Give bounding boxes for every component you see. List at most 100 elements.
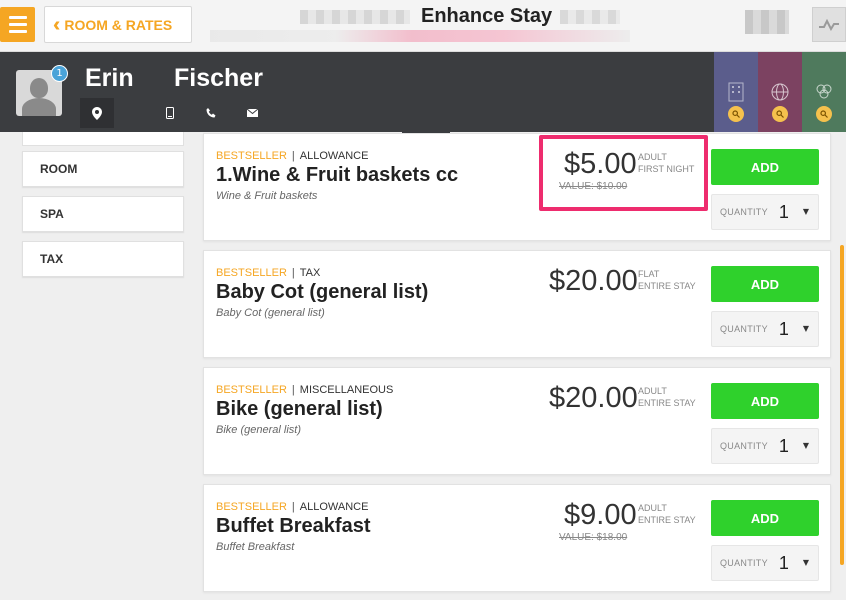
scrollbar[interactable] — [840, 245, 844, 565]
menu-icon-bar — [8, 23, 27, 26]
price-unit: ADULT ENTIRE STAY — [638, 385, 696, 409]
product-price: $20.00 — [549, 265, 638, 297]
category-tag: TAX — [299, 267, 321, 279]
search-icon — [816, 106, 832, 122]
quantity-value: 1 — [778, 318, 789, 339]
sidebar-item-label: SPA — [40, 207, 64, 221]
card-tags: BESTSELLER | ALLOWANCE — [216, 501, 368, 513]
product-subtitle: Bike (general list) — [216, 424, 301, 436]
mobile-phone-icon — [166, 107, 174, 119]
product-card: BESTSELLER | ALLOWANCE Buffet Breakfast Bu… — [203, 484, 831, 592]
category-tag: ALLOWANCE — [299, 501, 369, 513]
quantity-label: QUANTITY — [720, 558, 768, 568]
chevron-down-icon: ▼ — [802, 324, 809, 333]
phone-button[interactable] — [194, 98, 228, 128]
sidebar-item-room[interactable]: ROOM — [22, 151, 184, 187]
building-icon — [728, 82, 744, 102]
menu-button[interactable] — [0, 7, 35, 42]
price-unit-line2: ENTIRE STAY — [638, 281, 696, 291]
bestseller-tag: BESTSELLER — [216, 384, 287, 396]
chevron-down-icon: ▼ — [802, 207, 809, 216]
product-card: BESTSELLER | ALLOWANCE 1.Wine & Fruit bask… — [203, 133, 831, 241]
nodes-icon — [816, 84, 832, 99]
sidebar-item-label: TAX — [40, 252, 64, 266]
quantity-label: QUANTITY — [720, 441, 768, 451]
redacted-text — [560, 10, 620, 24]
chevrons-left-icon: ‹‹ — [53, 13, 62, 36]
quantity-select[interactable]: QUANTITY 1 ▼ — [711, 311, 819, 347]
location-pin-icon — [92, 106, 102, 120]
sidebar-item-partial[interactable] — [22, 132, 184, 146]
quantity-select[interactable]: QUANTITY 1 ▼ — [711, 194, 819, 230]
property-tile-global[interactable] — [758, 52, 802, 132]
globe-icon — [771, 83, 789, 101]
mail-button[interactable] — [235, 98, 269, 128]
sidebar-item-spa[interactable]: SPA — [22, 196, 184, 232]
top-bar: ‹‹ ROOM & RATES Enhance Stay — [0, 0, 846, 52]
category-tag: ALLOWANCE — [299, 150, 369, 162]
search-icon — [772, 106, 788, 122]
card-tags: BESTSELLER | TAX — [216, 267, 320, 279]
price-unit-line2: ENTIRE STAY — [638, 398, 696, 408]
location-button[interactable] — [80, 98, 114, 128]
quantity-value: 1 — [778, 201, 789, 222]
property-tiles — [714, 52, 846, 132]
product-card: BESTSELLER | MISCELLANEOUS Bike (general l… — [203, 367, 831, 475]
card-tags: BESTSELLER | MISCELLANEOUS — [216, 384, 393, 396]
category-tag: MISCELLANEOUS — [299, 384, 394, 396]
activity-button[interactable] — [812, 7, 846, 42]
property-tile-network[interactable] — [802, 52, 846, 132]
product-title: Bike (general list) — [216, 398, 383, 420]
product-title: 1.Wine & Fruit baskets cc — [216, 164, 459, 186]
redacted-text — [745, 10, 789, 34]
product-title: Buffet Breakfast — [216, 515, 371, 537]
bestseller-tag: BESTSELLER — [216, 150, 287, 162]
tag-separator: | — [291, 150, 295, 162]
card-tags: BESTSELLER | ALLOWANCE — [216, 150, 368, 162]
product-title: Baby Cot (general list) — [216, 281, 429, 303]
sidebar-item-tax[interactable]: TAX — [22, 241, 184, 277]
redacted-text — [210, 30, 630, 42]
phone-icon — [206, 108, 216, 118]
add-button[interactable]: ADD — [711, 266, 819, 302]
mail-icon — [246, 109, 258, 117]
back-to-room-rates-button[interactable]: ‹‹ ROOM & RATES — [44, 6, 192, 43]
chevron-down-icon: ▼ — [802, 558, 809, 567]
property-tile-hotel[interactable] — [714, 52, 758, 132]
guest-count-badge: 1 — [51, 65, 68, 82]
mobile-button[interactable] — [153, 98, 187, 128]
add-button[interactable]: ADD — [711, 500, 819, 536]
quantity-select[interactable]: QUANTITY 1 ▼ — [711, 428, 819, 464]
price-unit-line1: FLAT — [638, 269, 660, 279]
redacted-text — [300, 10, 410, 24]
product-subtitle: Wine & Fruit baskets — [216, 190, 318, 202]
price-unit-line2: ENTIRE STAY — [638, 515, 696, 525]
price-unit-line1: ADULT — [638, 503, 667, 513]
product-subtitle: Baby Cot (general list) — [216, 307, 325, 319]
add-button[interactable]: ADD — [711, 383, 819, 419]
price-highlight-box — [539, 135, 708, 211]
price-unit: ADULT ENTIRE STAY — [638, 502, 696, 526]
back-button-label: ROOM & RATES — [64, 16, 173, 33]
avatar-head — [30, 78, 48, 98]
bestseller-tag: BESTSELLER — [216, 501, 287, 513]
add-button[interactable]: ADD — [711, 149, 819, 185]
guest-last-name: Fischer — [174, 64, 263, 92]
quantity-label: QUANTITY — [720, 324, 768, 334]
product-price: $20.00 — [549, 382, 638, 414]
bestseller-tag: BESTSELLER — [216, 267, 287, 279]
quantity-value: 1 — [778, 552, 789, 573]
tag-separator: | — [291, 267, 295, 279]
product-card: BESTSELLER | TAX Baby Cot (general list) B… — [203, 250, 831, 358]
page-title: Enhance Stay — [421, 5, 553, 27]
tag-separator: | — [291, 501, 295, 513]
quantity-value: 1 — [778, 435, 789, 456]
quantity-select[interactable]: QUANTITY 1 ▼ — [711, 545, 819, 581]
menu-icon-bar — [8, 30, 27, 33]
quantity-label: QUANTITY — [720, 207, 768, 217]
chevron-down-icon: ▼ — [802, 441, 809, 450]
guest-first-name: Erin — [85, 64, 134, 92]
price-unit: FLAT ENTIRE STAY — [638, 268, 696, 292]
avatar-body — [22, 98, 56, 116]
price-unit-line1: ADULT — [638, 386, 667, 396]
